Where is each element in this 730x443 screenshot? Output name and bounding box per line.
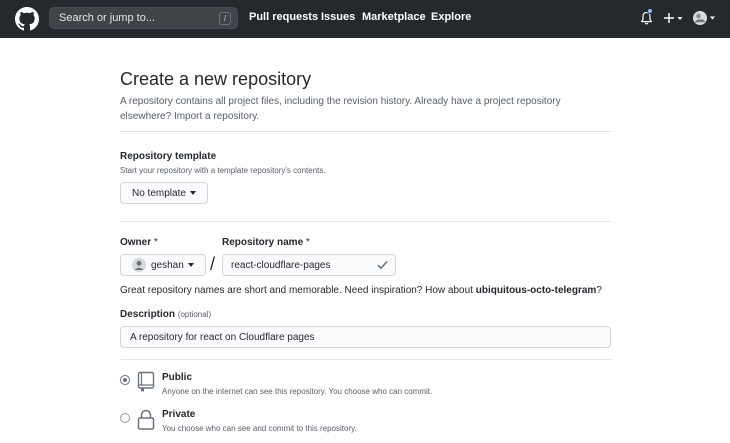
top-nav-bar: Search or jump to... / Pull requests Iss… bbox=[0, 0, 730, 38]
repo-name-label: Repository name * bbox=[222, 237, 310, 248]
owner-repo-separator: / bbox=[210, 254, 216, 274]
private-option-description: You choose who can see and commit to thi… bbox=[162, 424, 357, 433]
repository-name-input[interactable]: react-cloudflare-pages bbox=[222, 254, 396, 276]
section-divider bbox=[120, 359, 611, 360]
create-new-plus-icon[interactable] bbox=[664, 12, 684, 24]
repository-name-value: react-cloudflare-pages bbox=[231, 260, 331, 271]
required-asterisk: * bbox=[305, 237, 310, 248]
nav-pull-requests[interactable]: Pull requests bbox=[249, 11, 318, 23]
description-input[interactable]: A repository for react on Cloudflare pag… bbox=[120, 326, 611, 348]
chevron-down-icon bbox=[189, 191, 196, 195]
checkmark-icon bbox=[377, 260, 388, 270]
owner-label-text: Owner bbox=[120, 237, 152, 248]
nav-issues[interactable]: Issues bbox=[321, 11, 355, 23]
description-label-text: Description bbox=[120, 309, 176, 320]
nav-marketplace[interactable]: Marketplace bbox=[362, 11, 426, 23]
template-select-value: No template bbox=[132, 187, 186, 199]
repo-name-label-text: Repository name bbox=[222, 237, 304, 248]
private-radio[interactable] bbox=[120, 413, 130, 423]
required-asterisk: * bbox=[153, 237, 158, 248]
template-note: Start your repository with a template re… bbox=[120, 166, 326, 175]
import-repository-link[interactable]: Import a repository. bbox=[174, 111, 259, 122]
lock-icon bbox=[137, 409, 155, 430]
private-option-title: Private bbox=[162, 409, 196, 420]
keyboard-shortcut-badge: / bbox=[219, 12, 231, 25]
chevron-down-icon bbox=[187, 263, 194, 267]
owner-label: Owner * bbox=[120, 237, 158, 248]
owner-select-button[interactable]: geshan bbox=[120, 254, 206, 276]
unread-indicator bbox=[647, 8, 653, 14]
search-placeholder: Search or jump to... bbox=[59, 12, 155, 24]
user-avatar-menu-icon[interactable] bbox=[693, 10, 717, 26]
public-option-title: Public bbox=[162, 372, 193, 383]
suggested-name-link[interactable]: ubiquitous-octo-telegram bbox=[476, 285, 597, 296]
page-title: Create a new repository bbox=[120, 69, 312, 89]
page-subtitle: A repository contains all project files,… bbox=[120, 94, 600, 124]
public-option-description: Anyone on the internet can see this repo… bbox=[162, 387, 433, 396]
section-divider bbox=[120, 221, 611, 222]
github-logo-icon[interactable] bbox=[15, 7, 39, 31]
nav-explore[interactable]: Explore bbox=[431, 11, 471, 23]
template-label: Repository template bbox=[120, 151, 217, 162]
search-input[interactable]: Search or jump to... / bbox=[49, 7, 238, 29]
public-radio[interactable] bbox=[120, 375, 130, 385]
optional-tag: (optional) bbox=[177, 310, 212, 319]
name-suggestion-hint: Great repository names are short and mem… bbox=[120, 285, 602, 296]
owner-avatar-icon bbox=[132, 258, 146, 272]
description-label: Description (optional) bbox=[120, 309, 211, 320]
hint-text: Great repository names are short and mem… bbox=[120, 285, 473, 296]
hint-end: ? bbox=[596, 285, 602, 296]
repo-book-icon bbox=[137, 371, 155, 392]
section-divider bbox=[120, 131, 611, 132]
owner-value: geshan bbox=[151, 259, 184, 271]
description-value: A repository for react on Cloudflare pag… bbox=[130, 332, 315, 343]
template-select-button[interactable]: No template bbox=[120, 182, 208, 204]
